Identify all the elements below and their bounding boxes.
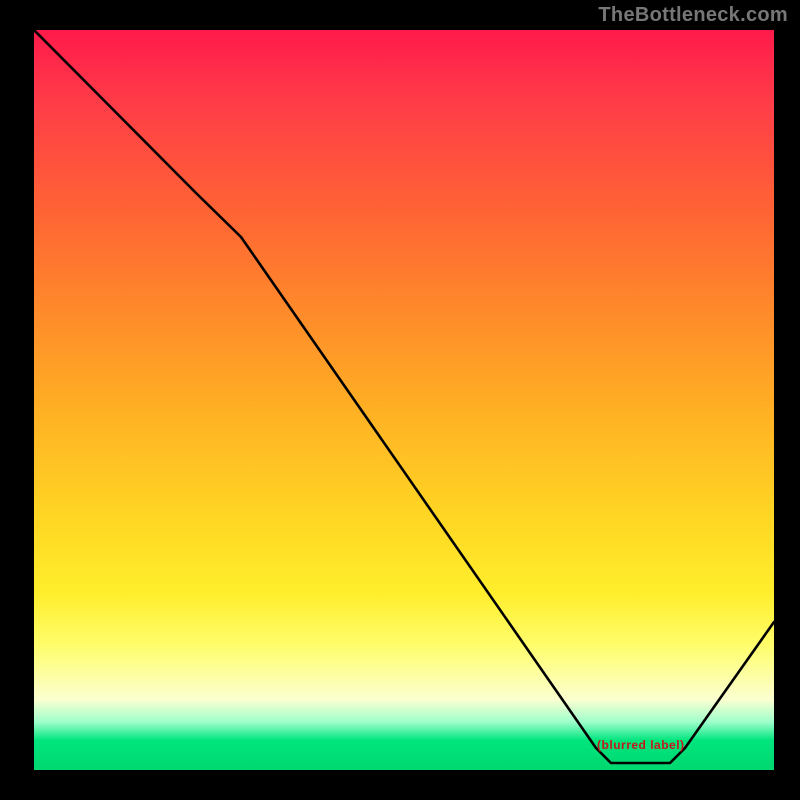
curve-layer [34, 30, 774, 770]
watermark-text: TheBottleneck.com [598, 4, 788, 27]
plot-area: (blurred label) [34, 30, 774, 770]
chart-container: TheBottleneck.com (blurred label) [0, 0, 800, 800]
bottleneck-curve-path [34, 30, 774, 763]
